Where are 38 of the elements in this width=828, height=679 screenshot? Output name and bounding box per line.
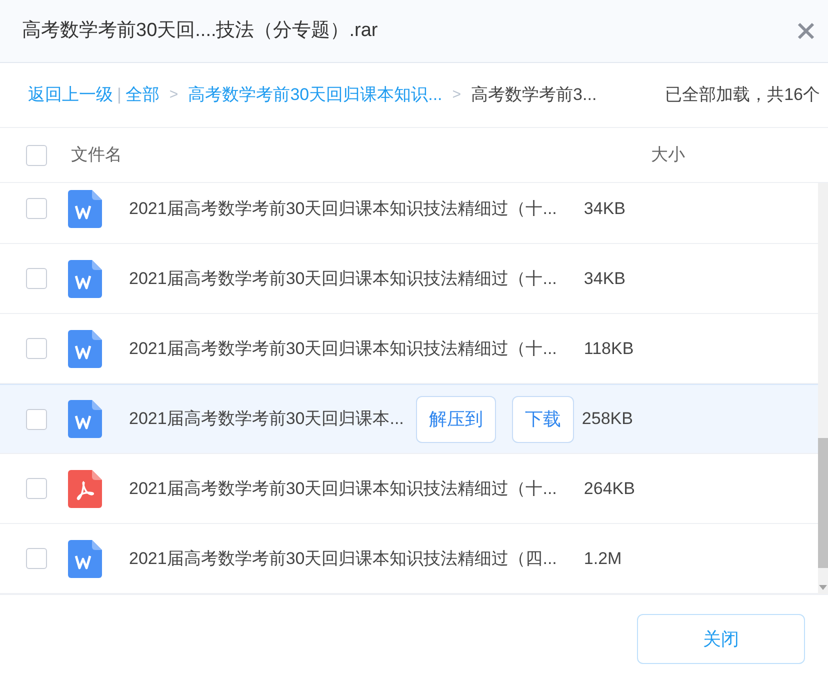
word-document-icon bbox=[68, 330, 102, 368]
checkbox[interactable] bbox=[26, 478, 47, 499]
file-name: 2021届高考数学考前30天回归课本知识技法精细过（十... bbox=[129, 338, 557, 360]
file-size: 264KB bbox=[584, 478, 635, 500]
file-name: 2021届高考数学考前30天回归课本知识技法精细过（四... bbox=[129, 548, 557, 570]
word-document-icon bbox=[68, 400, 102, 438]
checkbox[interactable] bbox=[26, 198, 47, 219]
checkbox[interactable] bbox=[26, 408, 47, 430]
column-header: 文件名 bbox=[71, 144, 122, 166]
row-action-button[interactable]: 解压到 bbox=[416, 396, 496, 442]
file-name: 2021届高考数学考前30天回归课本... bbox=[129, 408, 404, 430]
word-document-icon bbox=[68, 260, 102, 298]
file-name: 2021届高考数学考前30天回归课本知识技法精细过（十... bbox=[129, 198, 557, 220]
file-size: 258KB bbox=[582, 408, 633, 430]
word-document-icon bbox=[68, 190, 102, 228]
separator: | bbox=[117, 84, 122, 106]
checkbox[interactable] bbox=[26, 548, 47, 569]
file-size: 118KB bbox=[584, 338, 634, 360]
file-size: 34KB bbox=[584, 198, 626, 220]
pdf-document-icon bbox=[68, 470, 102, 508]
load-status: 已全部加载，共16个 bbox=[665, 84, 820, 106]
file-name: 2021届高考数学考前30天回归课本知识技法精细过（十... bbox=[129, 478, 557, 500]
breadcrumb-item[interactable]: 高考数学考前3... bbox=[471, 82, 597, 108]
breadcrumb-arrow: > bbox=[452, 84, 462, 105]
breadcrumb-arrow: > bbox=[169, 84, 178, 105]
column-header: 大小 bbox=[651, 144, 685, 166]
row-action-button[interactable]: 下载 bbox=[512, 396, 574, 442]
word-document-icon bbox=[68, 540, 102, 578]
scrollbar[interactable] bbox=[818, 183, 828, 594]
file-size: 1.2M bbox=[584, 548, 622, 570]
checkbox[interactable] bbox=[26, 268, 47, 289]
checkbox[interactable] bbox=[26, 338, 47, 359]
window-title: 高考数学考前30天回....技法（分专题）.rar bbox=[22, 18, 378, 43]
file-row[interactable]: 2021届高考数学考前30天回归课本... 解压到 下载 258KB bbox=[0, 384, 818, 454]
scroll-down-icon[interactable] bbox=[819, 585, 827, 590]
file-name: 2021届高考数学考前30天回归课本知识技法精细过（十... bbox=[129, 268, 557, 290]
file-size: 34KB bbox=[584, 268, 626, 290]
checkbox[interactable] bbox=[26, 144, 47, 166]
